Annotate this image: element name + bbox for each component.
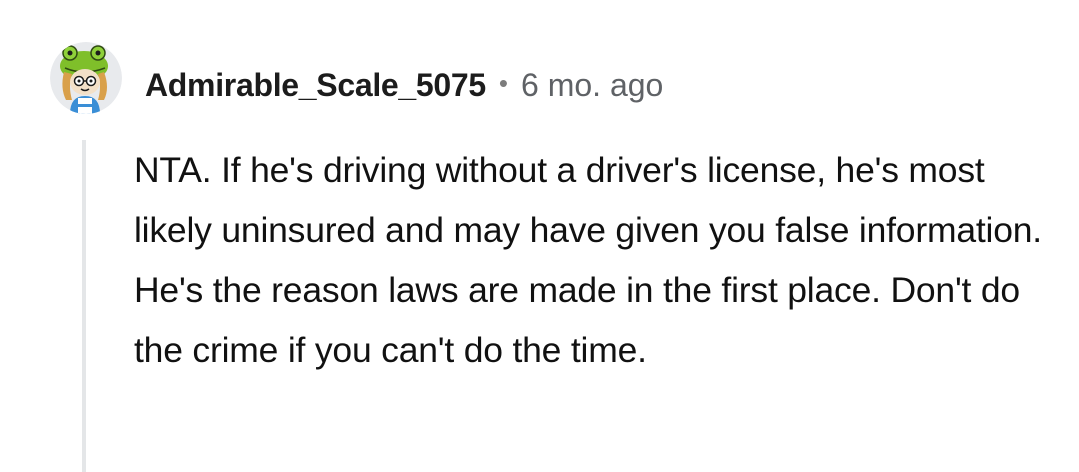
meta-separator: • xyxy=(498,67,509,98)
comment-text: NTA. If he's driving without a driver's … xyxy=(134,150,1042,370)
comment-timestamp[interactable]: 6 mo. ago xyxy=(521,67,663,104)
comment-card: Admirable_Scale_5075 • 6 mo. ago NTA. If… xyxy=(0,0,1079,472)
comment-body: NTA. If he's driving without a driver's … xyxy=(134,140,1064,380)
comment-header: Admirable_Scale_5075 • 6 mo. ago xyxy=(145,62,663,108)
username-link[interactable]: Admirable_Scale_5075 xyxy=(145,67,486,104)
snoo-avatar-icon xyxy=(50,42,122,114)
user-avatar[interactable] xyxy=(50,42,122,114)
thread-line[interactable] xyxy=(82,140,86,472)
